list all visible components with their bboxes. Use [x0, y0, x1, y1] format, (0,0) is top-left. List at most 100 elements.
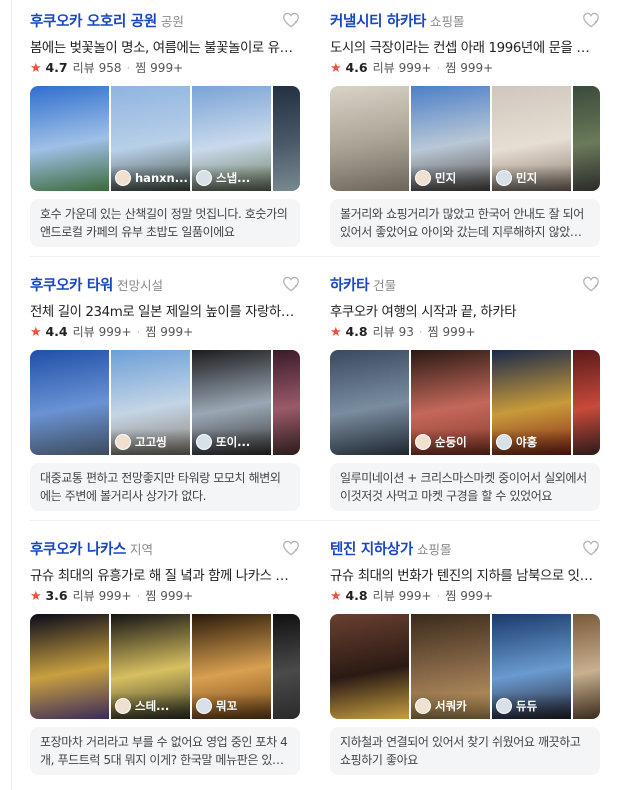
place-photo[interactable]: 스테... — [111, 614, 190, 719]
star-icon: ★ — [30, 325, 42, 340]
photo-strip[interactable]: 고고씽 또이... — [30, 350, 300, 455]
photo-strip[interactable]: 서쿼카 듀듀 — [330, 614, 600, 719]
place-title-row: 후쿠오카 나카스 지역 — [30, 538, 270, 559]
review-snippet[interactable]: 일루미네이션 + 크리스마스마켓 중이어서 실외에서 이것저것 사먹고 마켓 구… — [330, 463, 600, 511]
place-photo[interactable]: 스냅... — [192, 86, 271, 191]
place-name[interactable]: 하카타 — [330, 278, 369, 294]
place-card[interactable]: 하카타 건물 후쿠오카 여행의 시작과 끝, 하카타 ★ 4.8 리뷰 93 · 찜 9… — [330, 264, 600, 512]
place-name[interactable]: 후쿠오카 타워 — [30, 278, 113, 294]
place-name[interactable]: 후쿠오카 나카스 — [30, 542, 126, 558]
heart-icon[interactable] — [282, 12, 300, 28]
save-count-label: 찜 — [145, 325, 157, 339]
save-count-label: 찜 — [445, 61, 457, 75]
star-icon: ★ — [30, 589, 42, 604]
place-photo[interactable] — [573, 614, 600, 719]
review-snippet[interactable]: 호수 가운데 있는 산책길이 정말 멋집니다. 호숫가의 앤드로컬 카페의 유부… — [30, 199, 300, 247]
heart-icon[interactable] — [282, 276, 300, 292]
photo-author-name: 고고씽 — [135, 435, 167, 449]
place-card[interactable]: 후쿠오카 오호리 공원 공원 봄에는 벚꽃놀이 명소, 여름에는 불꽃놀이로 유명… — [30, 0, 300, 248]
place-name[interactable]: 후쿠오카 오호리 공원 — [30, 14, 157, 30]
place-photo[interactable]: 서쿼카 — [411, 614, 490, 719]
review-snippet[interactable]: 포장마차 거리라고 부를 수 없어요 영업 중인 포차 4개, 푸드트럭 5대 … — [30, 727, 300, 775]
place-meta: ★ 4.8 리뷰 93 · 찜 999+ — [330, 323, 476, 340]
place-name[interactable]: 텐진 지하상가 — [330, 542, 413, 558]
photo-strip[interactable]: 순둥이 야홍 — [330, 350, 600, 455]
meta-separator: · — [418, 325, 423, 339]
review-snippet[interactable]: 지하철과 연결되어 있어서 찾기 쉬웠어요 깨끗하고 쇼핑하기 좋아요 — [330, 727, 600, 775]
place-card[interactable]: 커낼시티 하카타 쇼핑몰 도시의 극장이라는 컨셉 아래 1996년에 문을 연 … — [330, 0, 600, 248]
place-photo[interactable] — [573, 350, 600, 455]
photo-author-name: 민지 — [435, 171, 457, 185]
avatar — [415, 170, 431, 186]
heart-icon[interactable] — [582, 12, 600, 28]
save-count-label: 찜 — [427, 325, 439, 339]
review-text: 대중교통 편하고 전망좋지만 타워랑 모모치 해변외에는 주변에 볼거리사 상가… — [40, 471, 281, 503]
photo-author-tag: 순둥이 — [411, 429, 490, 455]
review-snippet[interactable]: 볼거리와 쇼핑거리가 많았고 한국어 안내도 잘 되어있어서 좋았어요 아이와 … — [330, 199, 600, 247]
photo-author-tag: 스테... — [111, 693, 190, 719]
save-count-label: 찜 — [445, 589, 457, 603]
place-title-row: 텐진 지하상가 쇼핑몰 — [330, 538, 570, 559]
place-photo[interactable]: 순둥이 — [411, 350, 490, 455]
place-description: 봄에는 벚꽃놀이 명소, 여름에는 불꽃놀이로 유명해요 — [30, 41, 300, 56]
place-category: 전망시설 — [117, 278, 164, 293]
heart-icon[interactable] — [582, 276, 600, 292]
place-photo[interactable] — [30, 86, 109, 191]
photo-author-name: 듀듀 — [516, 699, 538, 713]
save-count-label: 찜 — [135, 61, 147, 75]
place-card[interactable]: 후쿠오카 타워 전망시설 전체 길이 234m로 일본 제일의 높이를 자랑하는 … — [30, 264, 300, 512]
place-photo[interactable] — [273, 350, 300, 455]
place-photo[interactable]: 민지 — [492, 86, 571, 191]
review-text: 호수 가운데 있는 산책길이 정말 멋집니다. 호숫가의 앤드로컬 카페의 유부… — [40, 207, 288, 239]
place-photo[interactable] — [330, 86, 409, 191]
review-count: 999+ — [98, 589, 132, 603]
place-photo[interactable]: 고고씽 — [111, 350, 190, 455]
place-card[interactable]: 후쿠오카 나카스 지역 규슈 최대의 유흥가로 해 질 녘과 함께 나카스 강변에… — [30, 528, 300, 776]
avatar — [115, 698, 131, 714]
avatar — [496, 698, 512, 714]
save-count: 999+ — [442, 325, 476, 339]
avatar — [196, 698, 212, 714]
place-photo[interactable]: 듀듀 — [492, 614, 571, 719]
photo-strip[interactable]: 스테... 뭐꼬 — [30, 614, 300, 719]
place-photo[interactable] — [330, 350, 409, 455]
review-snippet[interactable]: 대중교통 편하고 전망좋지만 타워랑 모모치 해변외에는 주변에 볼거리사 상가… — [30, 463, 300, 511]
photo-strip[interactable]: hanxn... 스냅... — [30, 86, 300, 191]
place-photo[interactable]: 민지 — [411, 86, 490, 191]
photo-author-name: 야홍 — [516, 435, 538, 449]
photo-author-tag: 스냅... — [192, 165, 271, 191]
place-name[interactable]: 커낼시티 하카타 — [330, 14, 426, 30]
review-text: 일루미네이션 + 크리스마스마켓 중이어서 실외에서 이것저것 사먹고 마켓 구… — [340, 471, 587, 503]
photo-strip[interactable]: 민지 민지 — [330, 86, 600, 191]
place-photo[interactable]: hanxn... — [111, 86, 190, 191]
place-description: 도시의 극장이라는 컨셉 아래 1996년에 문을 연 복합시설 — [330, 41, 600, 56]
place-photo[interactable]: 야홍 — [492, 350, 571, 455]
place-title-row: 후쿠오카 타워 전망시설 — [30, 274, 270, 295]
rating-value: 4.7 — [45, 60, 68, 75]
heart-icon[interactable] — [582, 540, 600, 556]
place-title-row: 후쿠오카 오호리 공원 공원 — [30, 10, 270, 31]
meta-separator: · — [436, 61, 441, 75]
heart-icon[interactable] — [282, 540, 300, 556]
place-photo[interactable] — [273, 86, 300, 191]
place-photo[interactable] — [30, 350, 109, 455]
place-meta: ★ 3.6 리뷰 999+ · 찜 999+ — [30, 587, 193, 604]
meta-separator: · — [136, 589, 141, 603]
place-photo[interactable] — [273, 614, 300, 719]
star-icon: ★ — [330, 589, 342, 604]
rating-value: 4.6 — [345, 60, 368, 75]
place-description: 후쿠오카 여행의 시작과 끝, 하카타 — [330, 305, 517, 320]
place-photo[interactable] — [573, 86, 600, 191]
photo-author-tag: 민지 — [492, 165, 571, 191]
save-count: 999+ — [150, 61, 184, 75]
place-photo[interactable] — [30, 614, 109, 719]
place-category: 쇼핑몰 — [417, 542, 452, 557]
star-icon: ★ — [330, 325, 342, 340]
rating-value: 4.8 — [345, 588, 368, 603]
review-count-label: 리뷰 — [72, 325, 95, 339]
place-photo[interactable]: 또이... — [192, 350, 271, 455]
place-photo[interactable]: 뭐꼬 — [192, 614, 271, 719]
avatar — [496, 434, 512, 450]
place-card[interactable]: 텐진 지하상가 쇼핑몰 규슈 최대의 번화가 텐진의 지하를 남북으로 잇는 쇼핑… — [330, 528, 600, 776]
place-photo[interactable] — [330, 614, 409, 719]
